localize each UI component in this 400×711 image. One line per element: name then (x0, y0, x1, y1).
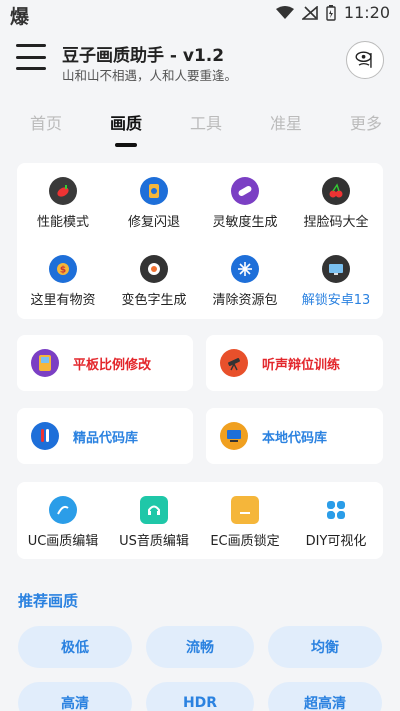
tab-indicator (115, 143, 137, 147)
grid-item-label: 变色字生成 (121, 293, 187, 308)
uc-icon (49, 496, 77, 524)
grid-item-performance[interactable]: 性能模式 (18, 177, 108, 230)
local-code-library-button[interactable]: 本地代码库 (206, 408, 383, 464)
sound-training-label: 听声辩位训练 (262, 358, 341, 373)
status-bar: 爆 11:20 (0, 0, 400, 28)
grid-item-face-codes[interactable]: 捏脸码大全 (291, 177, 381, 230)
telescope-icon (220, 349, 248, 377)
coin-icon: $ (49, 255, 77, 283)
sushi-icon (140, 255, 168, 283)
status-icons: 11:20 (275, 3, 390, 22)
no-signal-icon (301, 5, 318, 20)
grid-item-clear-resources[interactable]: 清除资源包 (200, 255, 290, 308)
grid-item-unlock-android13[interactable]: 解锁安卓13 (291, 255, 381, 308)
menu-icon[interactable] (16, 44, 46, 70)
quality-option-very-low[interactable]: 极低 (18, 626, 132, 668)
grid-item-label: US音质编辑 (119, 534, 189, 549)
phone-gear-icon (140, 177, 168, 205)
grid-item-fix-crash[interactable]: 修复闪退 (109, 177, 199, 230)
quality-option-ultra-hd[interactable]: 超高清 (268, 682, 382, 711)
quality-option-balanced[interactable]: 均衡 (268, 626, 382, 668)
grid-item-label: 捏脸码大全 (303, 215, 369, 230)
gameboy-icon (31, 349, 59, 377)
grid-item-label: 清除资源包 (212, 293, 278, 308)
pill-icon (231, 177, 259, 205)
tablet-ratio-button[interactable]: 平板比例修改 (17, 335, 193, 391)
grid-item-label: 这里有物资 (30, 293, 96, 308)
card-icon (231, 496, 259, 524)
tab-bar: 首页 画质 工具 准星 更多 (0, 104, 400, 148)
computer-icon (220, 422, 248, 450)
grid-item-label: EC画质锁定 (210, 534, 280, 549)
grid-item-label: DIY可视化 (305, 534, 367, 549)
local-code-library-label: 本地代码库 (262, 431, 328, 446)
pepper-icon (49, 177, 77, 205)
premium-code-library-button[interactable]: 精品代码库 (17, 408, 193, 464)
grid-item-label: 灵敏度生成 (212, 215, 278, 230)
quality-option-hd[interactable]: 高清 (18, 682, 132, 711)
tab-more[interactable]: 更多 (350, 110, 382, 134)
sound-training-button[interactable]: 听声辩位训练 (206, 335, 383, 391)
editor-grid-card: UC画质编辑 US音质编辑 EC画质锁定 DIY可视化 (17, 482, 383, 559)
quality-option-smooth[interactable]: 流畅 (146, 626, 254, 668)
grid-item-us-editor[interactable]: US音质编辑 (109, 496, 199, 549)
monitor-icon (322, 255, 350, 283)
grid-item-label: 性能模式 (36, 215, 89, 230)
cherry-icon (322, 177, 350, 205)
grid-item-uc-editor[interactable]: UC画质编辑 (18, 496, 108, 549)
battery-icon (326, 4, 336, 21)
app-header: 豆子画质助手 - v1.2 山和山不相遇，人和人要重逢。 (0, 30, 400, 94)
test-tube-icon (31, 422, 59, 450)
app-title: 豆子画质助手 - v1.2 (62, 46, 225, 66)
grid-item-supplies[interactable]: $ 这里有物资 (18, 255, 108, 308)
premium-code-library-label: 精品代码库 (73, 431, 139, 446)
grid-item-label: 解锁安卓13 (301, 293, 371, 308)
grid-item-color-text[interactable]: 变色字生成 (109, 255, 199, 308)
tab-tools[interactable]: 工具 (190, 110, 222, 134)
grid-item-sensitivity[interactable]: 灵敏度生成 (200, 177, 290, 230)
avatar[interactable] (346, 41, 384, 79)
wifi-icon (275, 5, 294, 19)
tab-home[interactable]: 首页 (30, 110, 62, 134)
grid-item-diy-visual[interactable]: DIY可视化 (291, 496, 381, 549)
tab-quality[interactable]: 画质 (110, 110, 142, 134)
app-subtitle: 山和山不相遇，人和人要重逢。 (62, 68, 238, 83)
app-notification-icon: 爆 (10, 6, 30, 28)
svg-text:$: $ (60, 266, 66, 276)
headphone-icon (140, 496, 168, 524)
status-time: 11:20 (343, 3, 390, 22)
avatar-drawing-icon (355, 51, 372, 68)
snowflake-icon (231, 255, 259, 283)
tab-crosshair[interactable]: 准星 (270, 110, 302, 134)
grid-item-label: 修复闪退 (127, 215, 180, 230)
quality-option-hdr[interactable]: HDR (146, 682, 254, 711)
feature-grid-card: 性能模式 修复闪退 灵敏度生成 捏脸码大全 $ 这里有物资 变色字生成 清除资源… (17, 163, 383, 319)
grid-item-label: UC画质编辑 (27, 534, 99, 549)
tablet-ratio-label: 平板比例修改 (73, 358, 152, 373)
diy-icon (322, 496, 350, 524)
section-title: 推荐画质 (18, 592, 79, 610)
grid-item-ec-lock[interactable]: EC画质锁定 (200, 496, 290, 549)
